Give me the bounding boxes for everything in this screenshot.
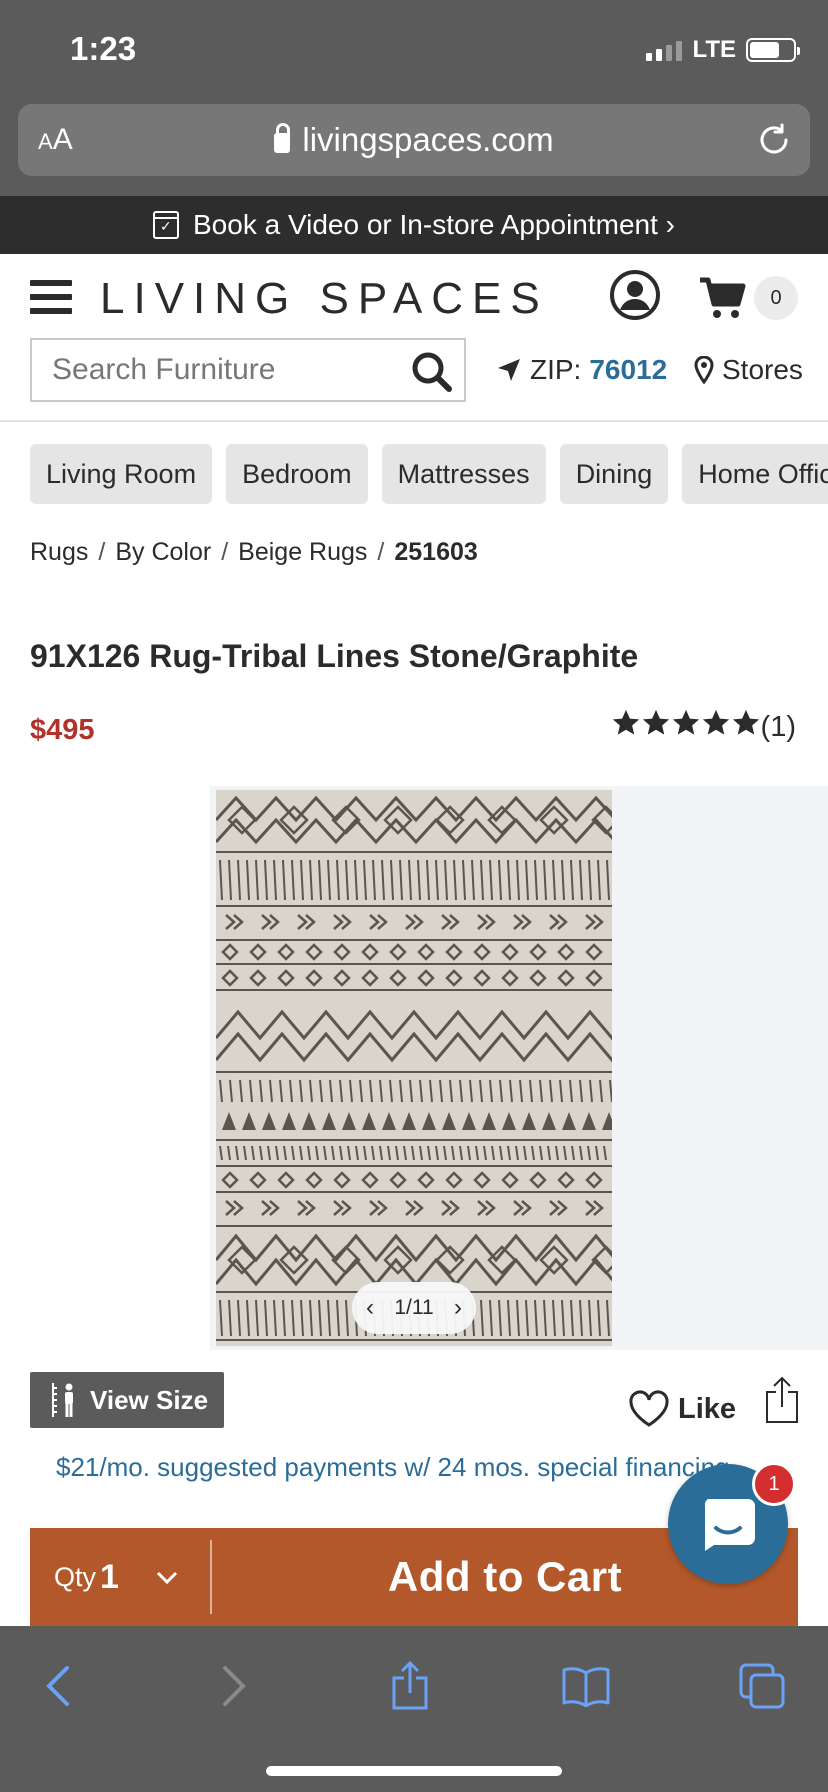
cart-icon[interactable]: [698, 276, 746, 320]
chat-icon: [704, 1499, 755, 1551]
menu-icon[interactable]: [30, 280, 72, 314]
share-icon[interactable]: [764, 1376, 800, 1424]
qty-value: 1: [100, 1557, 119, 1596]
battery-icon: [746, 38, 800, 62]
calendar-icon: [153, 211, 179, 239]
image-counter: 1/11: [394, 1296, 434, 1319]
tabs-icon[interactable]: [732, 1656, 792, 1716]
breadcrumb-rugs[interactable]: Rugs: [30, 538, 88, 567]
product-image[interactable]: [216, 790, 612, 1346]
url-text: livingspaces.com: [302, 121, 554, 158]
star-icon: [702, 709, 729, 735]
bookmarks-icon[interactable]: [556, 1656, 616, 1716]
map-pin-icon: [694, 356, 714, 384]
zip-selector[interactable]: ZIP: 76012: [496, 354, 667, 386]
status-indicators: LTE: [646, 36, 800, 64]
search-icon[interactable]: [410, 350, 454, 394]
rating-stars: [611, 708, 761, 746]
quantity-select[interactable]: Qty 1: [30, 1540, 212, 1614]
home-indicator: [266, 1766, 562, 1776]
review-count: (1): [760, 710, 796, 743]
zip-value: 76012: [589, 354, 668, 385]
search-box: [30, 338, 466, 402]
back-icon[interactable]: [28, 1656, 88, 1716]
search-input[interactable]: [32, 340, 402, 400]
appointment-banner-text: Book a Video or In-store Appointment ›: [193, 209, 675, 240]
breadcrumb-by-color[interactable]: By Color: [115, 538, 211, 567]
star-icon: [642, 709, 669, 735]
breadcrumb-separator: /: [221, 538, 229, 566]
status-bar: 1:23 LTE: [0, 0, 828, 100]
status-time: 1:23: [70, 30, 137, 67]
category-home-office[interactable]: Home Office: [682, 444, 828, 504]
lock-icon: [274, 123, 291, 153]
browser-address-area: AA livingspaces.com: [0, 100, 828, 196]
breadcrumb-separator: /: [377, 538, 385, 566]
breadcrumb-beige-rugs[interactable]: Beige Rugs: [238, 538, 367, 567]
star-icon: [612, 709, 639, 735]
category-living-room[interactable]: Living Room: [30, 444, 213, 504]
product-price: $495: [30, 714, 95, 746]
appointment-banner[interactable]: Book a Video or In-store Appointment ›: [0, 196, 828, 254]
category-nav: Living Room Bedroom Mattresses Dining Ho…: [30, 444, 828, 504]
stores-label: Stores: [722, 354, 803, 385]
chevron-right-icon[interactable]: ›: [454, 1294, 462, 1322]
category-bedroom[interactable]: Bedroom: [226, 444, 368, 504]
chevron-down-icon: [155, 1562, 179, 1593]
qty-label: Qty: [54, 1561, 97, 1592]
view-size-button[interactable]: View Size: [30, 1372, 224, 1428]
financing-link[interactable]: $21/mo. suggested payments w/ 24 mos. sp…: [56, 1452, 756, 1483]
forward-icon[interactable]: [204, 1656, 264, 1716]
url-display[interactable]: livingspaces.com: [18, 121, 810, 159]
text-size-button[interactable]: AA: [38, 123, 73, 157]
chevron-left-icon[interactable]: ‹: [366, 1294, 374, 1322]
share-sheet-icon[interactable]: [380, 1656, 440, 1716]
breadcrumb-separator: /: [98, 538, 106, 566]
category-dining[interactable]: Dining: [559, 444, 669, 504]
heart-icon: [629, 1390, 669, 1427]
cart-count-badge[interactable]: 0: [754, 276, 798, 320]
zip-label: ZIP:: [530, 354, 582, 385]
breadcrumb-current: 251603: [394, 538, 478, 566]
signal-icon: [646, 39, 683, 61]
product-rating[interactable]: (1): [611, 708, 796, 746]
person-ruler-icon: [52, 1383, 73, 1417]
product-title: 91X126 Rug-Tribal Lines Stone/Graphite: [30, 638, 639, 674]
like-label: Like: [678, 1392, 737, 1425]
star-icon: [672, 709, 699, 735]
reload-icon[interactable]: [756, 122, 792, 158]
image-pager: ‹ 1/11 ›: [352, 1282, 476, 1334]
network-label: LTE: [692, 36, 736, 63]
view-size-label: View Size: [90, 1384, 209, 1415]
address-bar[interactable]: AA livingspaces.com: [18, 104, 810, 176]
category-mattresses[interactable]: Mattresses: [381, 444, 546, 504]
location-arrow-icon: [498, 359, 520, 381]
stores-link[interactable]: Stores: [694, 354, 803, 386]
account-icon[interactable]: [610, 270, 660, 320]
breadcrumb: Rugs / By Color / Beige Rugs / 251603: [30, 538, 478, 567]
star-icon: [732, 709, 759, 735]
site-header: LIVING SPACES 0 ZIP: 76012 Stores: [0, 254, 828, 422]
chat-notification-badge: 1: [752, 1462, 796, 1506]
like-button[interactable]: Like: [628, 1390, 736, 1428]
browser-toolbar: [0, 1626, 828, 1792]
site-logo[interactable]: LIVING SPACES: [100, 274, 549, 324]
